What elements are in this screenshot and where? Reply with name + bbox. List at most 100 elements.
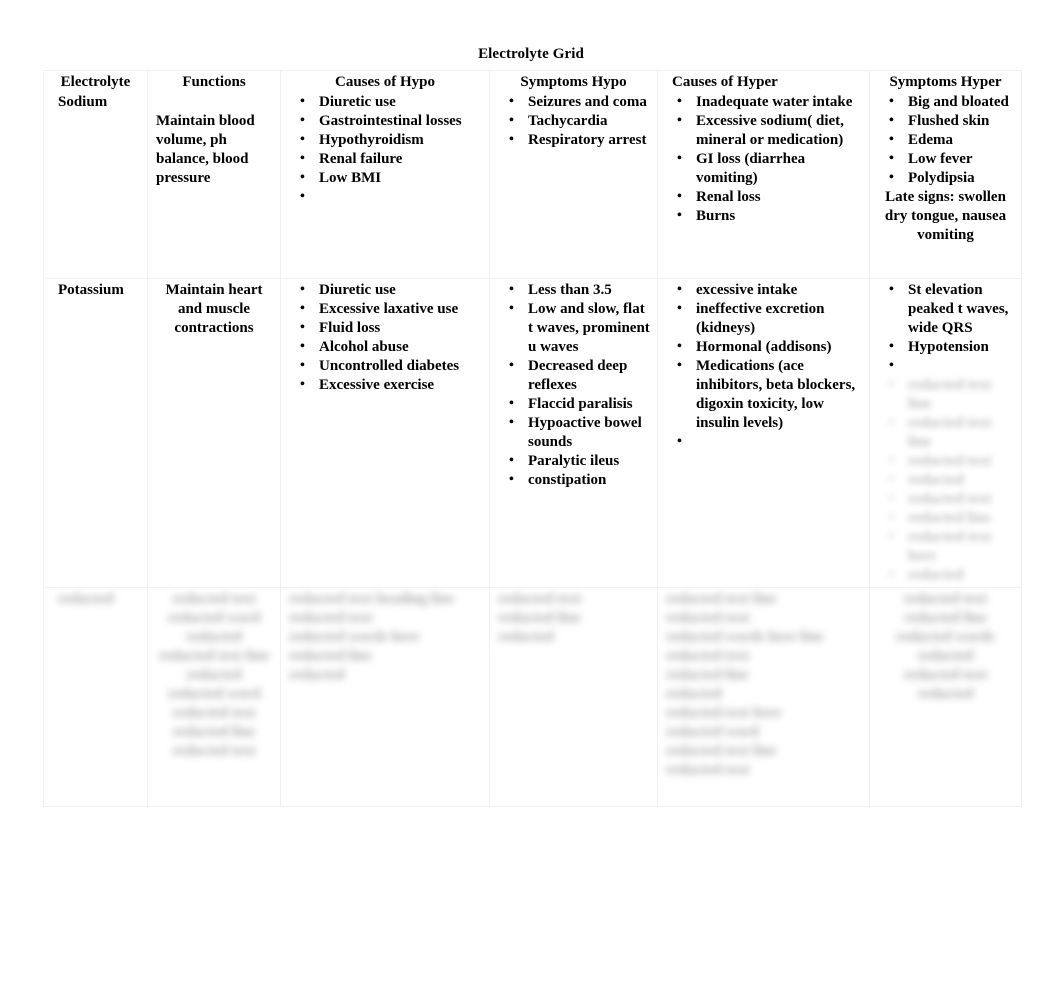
- redacted-line: redacted text: [172, 705, 256, 721]
- redacted-line: redacted text: [289, 610, 373, 626]
- cell-causes-hyper-potassium: excessive intake ineffective excretion (…: [657, 278, 870, 588]
- sodium-symptoms-hypo-list: Seizures and coma Tachycardia Respirator…: [494, 92, 653, 150]
- list-item: Hypoactive bowel sounds: [509, 413, 651, 452]
- list-item: Hormonal (addisons): [677, 337, 863, 357]
- page-title: Electrolyte Grid: [478, 46, 584, 62]
- list-item: Flushed skin: [889, 111, 1015, 131]
- column-header-causes-hyper: Causes of Hyper: [672, 74, 778, 90]
- redacted-line: redacted text: [666, 648, 750, 664]
- redacted-line: redacted text: [666, 762, 750, 778]
- column-header-causes-hypo: Causes of Hypo: [334, 74, 435, 90]
- redacted-line: redacted text: [666, 610, 750, 626]
- redacted-line: redacted text line: [666, 591, 777, 607]
- list-item: excessive intake: [677, 280, 863, 300]
- list-item: Polydipsia: [889, 168, 1015, 188]
- list-item: Alcohol abuse: [300, 337, 483, 357]
- list-item: Excessive sodium( diet, mineral or medic…: [677, 111, 863, 150]
- cell-symptoms-hypo-sodium: Symptoms Hypo Seizures and coma Tachycar…: [489, 70, 658, 279]
- cell-symptoms-hyper-redacted: redacted text redacted line redacted wor…: [869, 587, 1022, 807]
- potassium-symptoms-hyper-redacted-list: redacted text line redacted text line re…: [874, 375, 1017, 585]
- redacted-line: redacted word: [167, 686, 261, 702]
- list-item: Seizures and coma: [509, 92, 651, 112]
- redacted-line: redacted: [917, 686, 974, 702]
- list-item: Low and slow, flat t waves, prominent u …: [509, 299, 651, 357]
- column-header-symptoms-hyper: Symptoms Hyper: [889, 74, 1002, 90]
- list-item: Hypothyroidism: [300, 130, 483, 150]
- cell-electrolyte-sodium: Electrolyte Sodium: [43, 70, 148, 279]
- cell-causes-hyper-sodium: Causes of Hyper Inadequate water intake …: [657, 70, 870, 279]
- redacted-line: redacted line: [498, 610, 581, 626]
- redacted-line: redacted word: [666, 724, 759, 740]
- document-page: Electrolyte Grid Electrolyte Sodium Func…: [0, 0, 1062, 1001]
- redacted-line: redacted: [498, 629, 554, 645]
- list-item: ineffective excretion (kidneys): [677, 299, 863, 338]
- list-item: Excessive exercise: [300, 375, 483, 395]
- row-label-sodium: Sodium: [58, 94, 108, 110]
- potassium-symptoms-hyper-list: St elevation peaked t waves, wide QRS Hy…: [874, 280, 1017, 376]
- cell-causes-hyper-redacted: redacted text line redacted text redacte…: [657, 587, 870, 807]
- redacted-line: redacted: [186, 629, 242, 645]
- list-item: Uncontrolled diabetes: [300, 356, 483, 376]
- redacted-line: redacted text: [172, 743, 256, 759]
- redacted-line: redacted: [917, 648, 974, 664]
- potassium-symptoms-hypo-list: Less than 3.5 Low and slow, flat t waves…: [494, 280, 653, 490]
- redacted-line: redacted text here: [666, 705, 782, 721]
- redacted-line: redacted text here: [889, 527, 1015, 566]
- column-header-symptoms-hypo: Symptoms Hypo: [520, 74, 627, 90]
- list-item: Hypotension: [889, 337, 1015, 357]
- list-item: Renal failure: [300, 149, 483, 169]
- list-item: Inadequate water intake: [677, 92, 863, 112]
- redacted-line: redacted line: [289, 648, 372, 664]
- list-item: Medications (ace inhibitors, beta blocke…: [677, 356, 863, 433]
- list-item: constipation: [509, 470, 651, 490]
- redacted-line: redacted text line: [158, 648, 270, 664]
- cell-electrolyte-potassium: Potassium: [43, 278, 148, 588]
- list-item: Low BMI: [300, 168, 483, 188]
- redacted-line: redacted text line: [889, 375, 1015, 414]
- list-item: Paralytic ileus: [509, 451, 651, 471]
- list-item: Less than 3.5: [509, 280, 651, 300]
- redacted-line: redacted words here: [289, 629, 420, 645]
- list-item: Diuretic use: [300, 92, 483, 112]
- potassium-causes-hypo-list: Diuretic use Excessive laxative use Flui…: [285, 280, 485, 395]
- redacted-line: redacted text heading line: [289, 591, 455, 607]
- redacted-line: redacted text: [889, 451, 1015, 471]
- list-item: Renal loss: [677, 187, 863, 207]
- redacted-line: redacted words here line: [666, 629, 824, 645]
- cell-causes-hypo-redacted: redacted text heading line redacted text…: [280, 587, 490, 807]
- list-item: GI loss (diarrhea vomiting): [677, 149, 863, 188]
- list-item: Fluid loss: [300, 318, 483, 338]
- list-item: Burns: [677, 206, 863, 226]
- row-label-potassium: Potassium: [58, 282, 124, 298]
- column-header-electrolyte: Electrolyte: [60, 74, 131, 90]
- cell-symptoms-hyper-potassium: St elevation peaked t waves, wide QRS Hy…: [869, 278, 1022, 588]
- redacted-line: redacted line: [666, 667, 749, 683]
- list-item: Respiratory arrest: [509, 130, 651, 150]
- sodium-causes-hyper-list: Inadequate water intake Excessive sodium…: [662, 92, 865, 226]
- redacted-line: redacted: [666, 686, 722, 702]
- list-item: Gastrointestinal losses: [300, 111, 483, 131]
- potassium-functions-text: Maintain heart and muscle contractions: [165, 282, 263, 336]
- list-item: St elevation peaked t waves, wide QRS: [889, 280, 1015, 338]
- sodium-symptoms-hyper-late-signs: Late signs: swollen dry tongue, nausea v…: [884, 189, 1007, 243]
- cell-functions-redacted: redacted text redacted word redacted red…: [147, 587, 281, 807]
- redacted-line: redacted line: [889, 508, 1015, 528]
- redacted-line: redacted word: [167, 610, 261, 626]
- redacted-line: redacted line: [904, 610, 987, 626]
- redacted-row-label: redacted: [58, 591, 114, 607]
- redacted-line: redacted words: [896, 629, 995, 645]
- redacted-line: redacted text line: [666, 743, 777, 759]
- redacted-line: redacted text line: [889, 413, 1015, 452]
- list-item: Excessive laxative use: [300, 299, 483, 319]
- redacted-line: redacted: [889, 470, 1015, 490]
- cell-functions-potassium: Maintain heart and muscle contractions: [147, 278, 281, 588]
- column-header-functions: Functions: [182, 74, 246, 90]
- sodium-symptoms-hyper-list: Big and bloated Flushed skin Edema Low f…: [874, 92, 1017, 188]
- list-item-empty: [677, 432, 863, 452]
- table-row-sodium: Electrolyte Sodium Functions Maintain bl…: [43, 70, 1022, 279]
- sodium-causes-hypo-list: Diuretic use Gastrointestinal losses Hyp…: [285, 92, 485, 207]
- electrolyte-grid-table: Electrolyte Sodium Functions Maintain bl…: [43, 70, 1022, 807]
- redacted-line: redacted text: [498, 591, 582, 607]
- table-row-potassium: Potassium Maintain heart and muscle cont…: [43, 278, 1022, 588]
